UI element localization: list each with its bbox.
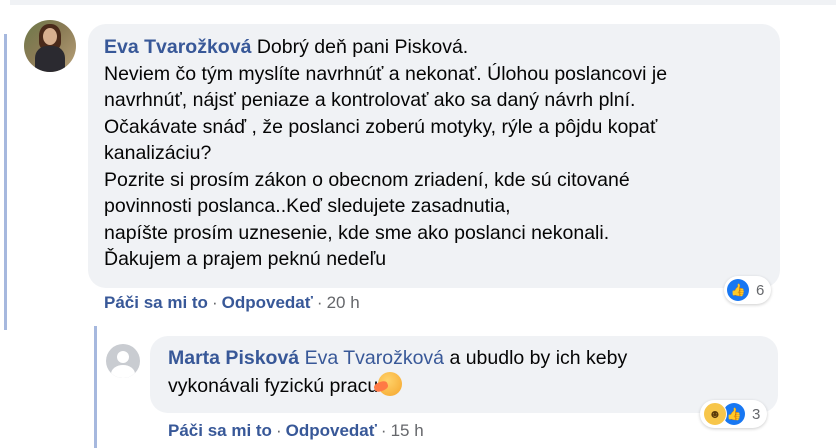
comment-line: kanalizáciu? xyxy=(104,142,212,164)
avatar-placeholder-body xyxy=(111,365,135,378)
avatar-marta[interactable] xyxy=(106,344,140,378)
comment-text: Eva Tvarožková Dobrý deň pani Pisková. N… xyxy=(104,34,667,273)
avatar-eva[interactable] xyxy=(24,20,76,72)
separator: · xyxy=(211,293,218,312)
reply-button[interactable]: Odpovedať xyxy=(286,421,377,440)
avatar-body xyxy=(35,46,65,72)
hot-face-emoji xyxy=(378,371,403,396)
separator: · xyxy=(380,421,387,440)
comment-actions: Páči sa mi to · Odpovedať · 20 h xyxy=(104,293,360,313)
reply-reaction-summary[interactable]: ☻ 👍 3 xyxy=(700,400,768,428)
thread-line xyxy=(4,34,7,330)
avatar-face xyxy=(43,28,57,45)
comment-line: navrhnúť, nájsť peniaze a kontrolovať ak… xyxy=(104,89,636,111)
reply-actions: Páči sa mi to · Odpovedať · 15 h xyxy=(168,421,424,441)
comment-line: Neviem čo tým myslíte navrhnúť a nekonať… xyxy=(104,62,668,85)
reaction-count: 6 xyxy=(756,281,765,299)
comment-author[interactable]: Eva Tvarožková xyxy=(104,36,251,58)
reaction-summary[interactable]: 👍 6 xyxy=(724,276,772,304)
like-button[interactable]: Páči sa mi to xyxy=(168,421,272,440)
reply-author[interactable]: Marta Pisková xyxy=(168,347,299,369)
reply-time[interactable]: 15 h xyxy=(391,421,424,440)
reply-line: a ubudlo by ich keby xyxy=(444,347,628,369)
comment-line: Pozrite si prosím zákon o obecnom zriade… xyxy=(104,168,630,191)
comment-line: Očakávate snáď , že poslanci zoberú moty… xyxy=(104,115,658,138)
haha-icon: ☻ xyxy=(703,402,727,426)
comment-line: Dobrý deň pani Pisková. xyxy=(251,36,469,58)
separator: · xyxy=(275,421,282,440)
avatar-placeholder-head xyxy=(117,351,129,363)
comment-line: povinnosti poslanca..Keď sledujete zasad… xyxy=(104,195,511,217)
reply-line: vykonávali fyzickú pracu xyxy=(168,374,379,397)
comment-line: Ďakujem a prajem peknú nedeľu xyxy=(104,248,387,270)
like-button[interactable]: Páči sa mi to xyxy=(104,293,208,312)
reply-button[interactable]: Odpovedať xyxy=(222,293,313,312)
reaction-count: 3 xyxy=(752,405,761,423)
like-icon: 👍 xyxy=(727,279,749,301)
comment-line: napíšte prosím uznesenie, kde sme ako po… xyxy=(104,221,610,244)
comment-time[interactable]: 20 h xyxy=(327,293,360,312)
reply-thread-line xyxy=(94,326,97,448)
top-divider xyxy=(10,0,836,5)
mention-link[interactable]: Eva Tvarožková xyxy=(305,347,444,369)
separator: · xyxy=(316,293,323,312)
reply-text: Marta Pisková Eva Tvarožková a ubudlo by… xyxy=(168,345,627,399)
